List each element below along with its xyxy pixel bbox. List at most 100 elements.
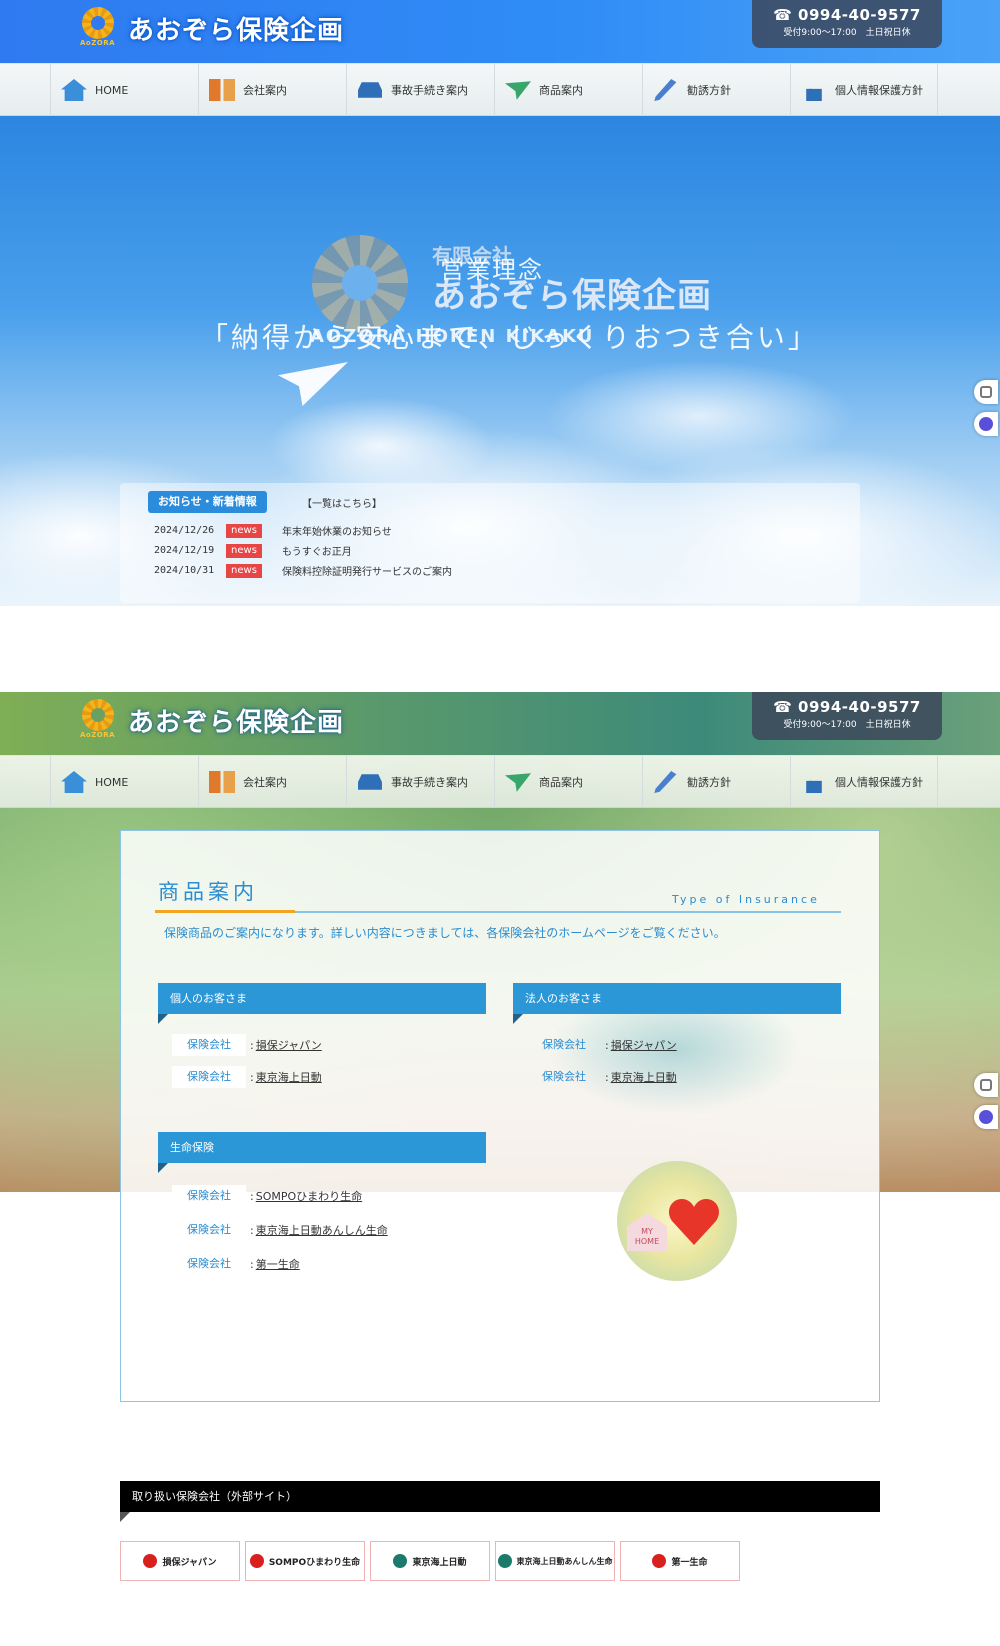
insurer-row: 保険会社: SOMPOひまわり生命 bbox=[172, 1185, 362, 1207]
insurer-label: 保険会社 bbox=[542, 1038, 586, 1051]
category-corporate: 法人のお客さま bbox=[513, 983, 841, 1024]
nav-item-home[interactable]: HOME bbox=[50, 756, 198, 808]
news-more-link[interactable]: 【一覧はこちら】 bbox=[302, 495, 382, 510]
category-life: 生命保険 bbox=[158, 1132, 486, 1173]
paper-plane-icon bbox=[505, 773, 531, 792]
products-subtitle: Type of Insurance bbox=[672, 893, 820, 906]
insurer-row: 保険会社: 東京海上日動あんしん生命 bbox=[172, 1219, 388, 1241]
site-logo[interactable]: AoZORA bbox=[80, 7, 116, 47]
grid-tool-button[interactable] bbox=[974, 1073, 998, 1097]
nav-item-privacy[interactable]: 個人情報保護方針 bbox=[790, 756, 938, 808]
insurer-link[interactable]: 東京海上日動あんしん生命 bbox=[256, 1222, 388, 1238]
nav-label: 個人情報保護方針 bbox=[835, 776, 923, 789]
nav-item-solicitation[interactable]: 勧誘方針 bbox=[642, 756, 790, 808]
nav-label: HOME bbox=[95, 83, 129, 97]
assistant-button[interactable] bbox=[974, 412, 998, 436]
badge-text: MY HOME bbox=[634, 1227, 660, 1246]
hero-concept-label: 営業理念 bbox=[440, 256, 544, 284]
grid-icon bbox=[980, 386, 992, 398]
news-item[interactable]: 2024/10/31 news 保険料控除証明発行サービスのご案内 bbox=[154, 563, 452, 578]
partner-banner[interactable]: 東京海上日動あんしん生命 bbox=[495, 1541, 615, 1581]
grid-tool-button[interactable] bbox=[974, 380, 998, 404]
main-nav: HOME 会社案内 事故手続き案内 商品案内 勧誘方針 個人情報保護方針 bbox=[0, 63, 1000, 116]
nav-item-privacy[interactable]: 個人情報保護方針 bbox=[790, 64, 938, 116]
insurer-label: 保険会社 bbox=[172, 1034, 246, 1056]
insurer-row: 保険会社: 東京海上日動 bbox=[527, 1066, 677, 1088]
nav-item-products[interactable]: 商品案内 bbox=[494, 64, 642, 116]
partner-banner[interactable]: 第一生命 bbox=[620, 1541, 740, 1581]
nav-label: 事故手続き案内 bbox=[391, 84, 468, 97]
insurer-link[interactable]: 東京海上日動 bbox=[611, 1069, 677, 1085]
insurer-label: 保険会社 bbox=[172, 1185, 246, 1207]
insurer-label: 保険会社 bbox=[187, 1223, 231, 1236]
site-header: AoZORA あおぞら保険企画 ☎ 0994-40-9577 受付9:00～17… bbox=[0, 0, 1000, 63]
nav-item-home[interactable]: HOME bbox=[50, 64, 198, 116]
my-home-photo: MY HOME bbox=[617, 1161, 737, 1281]
nav-label: 勧誘方針 bbox=[687, 776, 731, 789]
nav-label: 商品案内 bbox=[539, 776, 583, 789]
site-title[interactable]: あおぞら保険企画 bbox=[128, 702, 344, 739]
main-nav-secondary: HOME 会社案内 事故手続き案内 商品案内 勧誘方針 個人情報保護方針 bbox=[0, 755, 1000, 808]
nav-item-company[interactable]: 会社案内 bbox=[198, 64, 346, 116]
car-photo bbox=[490, 910, 860, 1150]
insurer-link[interactable]: 第一生命 bbox=[256, 1256, 300, 1272]
home-icon bbox=[61, 79, 87, 101]
car-icon bbox=[358, 82, 382, 98]
nav-label: 事故手続き案内 bbox=[391, 776, 468, 789]
assistant-button[interactable] bbox=[974, 1105, 998, 1129]
nav-item-products[interactable]: 商品案内 bbox=[494, 756, 642, 808]
building-icon bbox=[209, 79, 235, 101]
dai-ichi-logo-icon bbox=[652, 1554, 667, 1568]
insurer-link[interactable]: 東京海上日動 bbox=[256, 1069, 322, 1085]
news-title: もうすぐお正月 bbox=[282, 547, 352, 558]
partner-name: 東京海上日動 bbox=[412, 1557, 467, 1568]
news-item[interactable]: 2024/12/26 news 年末年始休業のお知らせ bbox=[154, 523, 392, 538]
news-tag: news bbox=[226, 543, 262, 558]
business-hours: 受付9:00～17:00 土日祝日休 bbox=[783, 28, 911, 38]
insurer-row: 保険会社: 損保ジャパン bbox=[172, 1034, 322, 1056]
nav-item-accident[interactable]: 事故手続き案内 bbox=[346, 756, 494, 808]
home-icon bbox=[61, 771, 87, 793]
insurer-row: 保険会社: 第一生命 bbox=[172, 1253, 300, 1275]
news-date: 2024/12/26 bbox=[154, 525, 215, 536]
phone-number: ☎ 0994-40-9577 bbox=[773, 6, 921, 24]
insurer-link[interactable]: 損保ジャパン bbox=[256, 1037, 322, 1053]
pen-icon bbox=[654, 771, 677, 793]
insurer-link[interactable]: SOMPOひまわり生命 bbox=[256, 1188, 362, 1204]
nav-label: 会社案内 bbox=[243, 84, 287, 97]
assistant-icon bbox=[979, 1110, 993, 1124]
partner-banner[interactable]: 損保ジャパン bbox=[120, 1541, 240, 1581]
nav-item-company[interactable]: 会社案内 bbox=[198, 756, 346, 808]
nav-item-accident[interactable]: 事故手続き案内 bbox=[346, 64, 494, 116]
grid-icon bbox=[980, 1079, 992, 1091]
news-date: 2024/10/31 bbox=[154, 565, 215, 576]
partner-banner[interactable]: 東京海上日動 bbox=[370, 1541, 490, 1581]
news-item[interactable]: 2024/12/19 news もうすぐお正月 bbox=[154, 543, 352, 558]
site-title[interactable]: あおぞら保険企画 bbox=[128, 10, 344, 47]
building-icon bbox=[209, 771, 235, 793]
news-heading: お知らせ・新着情報 bbox=[148, 491, 267, 513]
site-logo[interactable]: AoZORA bbox=[80, 699, 116, 739]
partner-name: SOMPOひまわり生命 bbox=[268, 1557, 361, 1568]
partner-name: 第一生命 bbox=[671, 1557, 708, 1568]
products-intro: 保険商品のご案内になります。詳しい内容につきましては、各保険会社のホームページを… bbox=[164, 926, 726, 940]
news-title: 年末年始休業のお知らせ bbox=[282, 527, 392, 538]
products-title: 商品案内 bbox=[158, 880, 258, 904]
phone-box[interactable]: ☎ 0994-40-9577 受付9:00～17:00 土日祝日休 bbox=[752, 692, 942, 740]
car-icon bbox=[358, 774, 382, 790]
title-divider bbox=[155, 910, 841, 913]
nav-label: 会社案内 bbox=[243, 776, 287, 789]
news-date: 2024/12/19 bbox=[154, 545, 215, 556]
partner-banner[interactable]: SOMPOひまわり生命 bbox=[245, 1541, 365, 1581]
sun-logo-icon bbox=[82, 699, 114, 731]
nav-item-solicitation[interactable]: 勧誘方針 bbox=[642, 64, 790, 116]
insurer-label: 保険会社 bbox=[172, 1066, 246, 1088]
sompo-logo-icon bbox=[143, 1554, 158, 1568]
partners-heading: 取り扱い保険会社（外部サイト） bbox=[120, 1481, 880, 1522]
logo-wordmark: AoZORA bbox=[80, 731, 116, 739]
phone-box[interactable]: ☎ 0994-40-9577 受付9:00～17:00 土日祝日休 bbox=[752, 0, 942, 48]
insurer-link[interactable]: 損保ジャパン bbox=[611, 1037, 677, 1053]
partner-name: 東京海上日動あんしん生命 bbox=[516, 1556, 613, 1566]
news-title: 保険料控除証明発行サービスのご案内 bbox=[282, 567, 452, 578]
tokio-marine-logo-icon bbox=[393, 1554, 408, 1568]
